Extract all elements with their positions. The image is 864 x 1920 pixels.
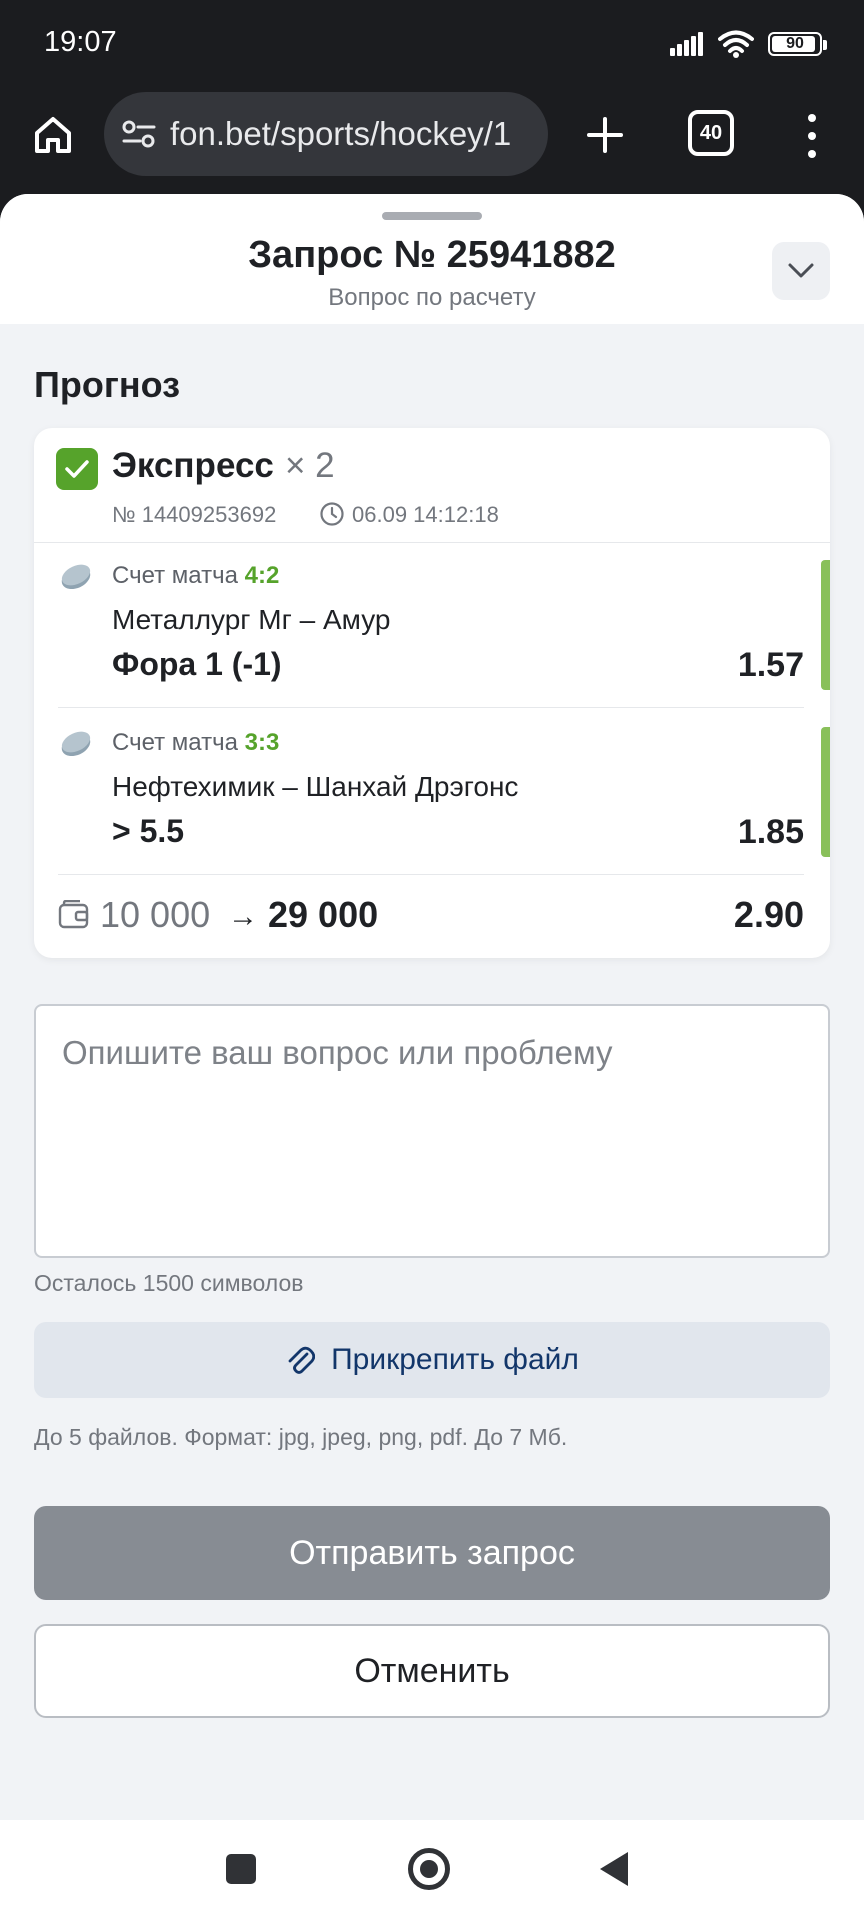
event-odds: 1.57 <box>737 646 804 684</box>
home-circle-icon[interactable] <box>408 1848 450 1890</box>
page-subtitle: Вопрос по расчету <box>328 284 536 311</box>
event-teams: Металлург Мг – Амур <box>112 604 391 635</box>
wallet-icon <box>58 900 89 929</box>
page-title: Запрос № 25941882 <box>248 234 616 276</box>
status-icons: 90 <box>670 30 827 58</box>
request-sheet: Запрос № 25941882 Вопрос по расчету Прог… <box>0 194 864 1820</box>
back-triangle-icon[interactable] <box>600 1852 628 1886</box>
collapse-button[interactable] <box>772 242 830 300</box>
wifi-icon <box>718 30 754 58</box>
tab-switcher-button[interactable]: 40 <box>688 110 734 156</box>
section-title: Прогноз <box>34 364 181 405</box>
payout-amount: 29 000 <box>268 894 379 935</box>
arrow-right-icon: → <box>228 900 258 933</box>
url-text: fon.bet/sports/hockey/1 <box>170 115 512 152</box>
browser-menu-button[interactable] <box>792 108 832 164</box>
event-market: > 5.5 <box>112 813 185 849</box>
bet-multiplier: × 2 <box>285 446 335 485</box>
list-item: Счет матча 3:3 Нефтехимик – Шанхай Дрэго… <box>34 709 830 875</box>
hockey-puck-icon <box>61 564 91 590</box>
home-icon <box>35 117 71 153</box>
event-market: Фора 1 (-1) <box>112 646 282 682</box>
plus-icon <box>587 117 623 153</box>
recents-icon[interactable] <box>226 1854 256 1884</box>
event-score-label: Счет матча 3:3 <box>112 729 280 756</box>
address-bar[interactable]: fon.bet/sports/hockey/1 <box>104 92 548 176</box>
event-teams: Нефтехимик – Шанхай Дрэгонс <box>112 771 519 802</box>
submit-request-button[interactable]: Отправить запрос <box>34 1506 830 1600</box>
event-score: 3:3 <box>244 729 280 756</box>
event-status-bar <box>821 560 830 690</box>
event-score: 4:2 <box>244 562 280 589</box>
system-nav-bar <box>0 1820 864 1920</box>
menu-dot-icon <box>808 114 816 122</box>
browser-toolbar: fon.bet/sports/hockey/1 40 <box>0 86 864 196</box>
signal-icon <box>670 32 703 56</box>
paperclip-icon <box>288 1346 316 1374</box>
status-bar: 19:07 90 <box>0 0 864 86</box>
bet-type: Экспресс <box>112 446 274 485</box>
char-counter: Осталось 1500 символов <box>34 1270 304 1296</box>
clock-icon <box>320 502 344 526</box>
total-odds: 2.90 <box>733 894 804 935</box>
attach-hint: До 5 файлов. Формат: jpg, jpeg, png, pdf… <box>34 1424 568 1450</box>
site-settings-icon <box>122 120 156 148</box>
attach-file-button[interactable]: Прикрепить файл <box>34 1322 830 1398</box>
stake-amount: 10 000 <box>100 894 211 935</box>
bet-datetime: 06.09 14:12:18 <box>352 502 499 527</box>
status-time: 19:07 <box>44 26 117 58</box>
event-divider <box>58 874 804 875</box>
event-odds: 1.85 <box>737 813 804 851</box>
bet-summary: 10 000 → 29 000 2.90 <box>34 876 830 958</box>
new-tab-button[interactable] <box>578 108 632 162</box>
bet-number: № 14409253692 <box>112 502 277 527</box>
chevron-down-icon <box>788 263 814 278</box>
battery-icon: 90 <box>768 32 827 56</box>
attach-file-label: Прикрепить файл <box>331 1343 579 1376</box>
list-item: Счет матча 4:2 Металлург Мг – Амур Фора … <box>34 542 830 708</box>
battery-level: 90 <box>786 35 804 52</box>
event-divider <box>58 707 804 708</box>
menu-dot-icon <box>808 150 816 158</box>
cancel-button[interactable]: Отменить <box>34 1624 830 1718</box>
menu-dot-icon <box>808 132 816 140</box>
event-status-bar <box>821 727 830 857</box>
browser-home-button[interactable] <box>26 108 80 162</box>
bet-card: Экспресс × 2 № 14409253692 06.09 14:12:1… <box>34 428 830 958</box>
event-score-label: Счет матча 4:2 <box>112 562 280 589</box>
bet-checkbox[interactable] <box>56 448 98 490</box>
question-input[interactable] <box>34 1004 830 1258</box>
drag-handle[interactable] <box>382 212 482 220</box>
hockey-puck-icon <box>61 731 91 757</box>
checkmark-icon <box>65 460 89 478</box>
sheet-header: Запрос № 25941882 Вопрос по расчету <box>0 194 864 324</box>
